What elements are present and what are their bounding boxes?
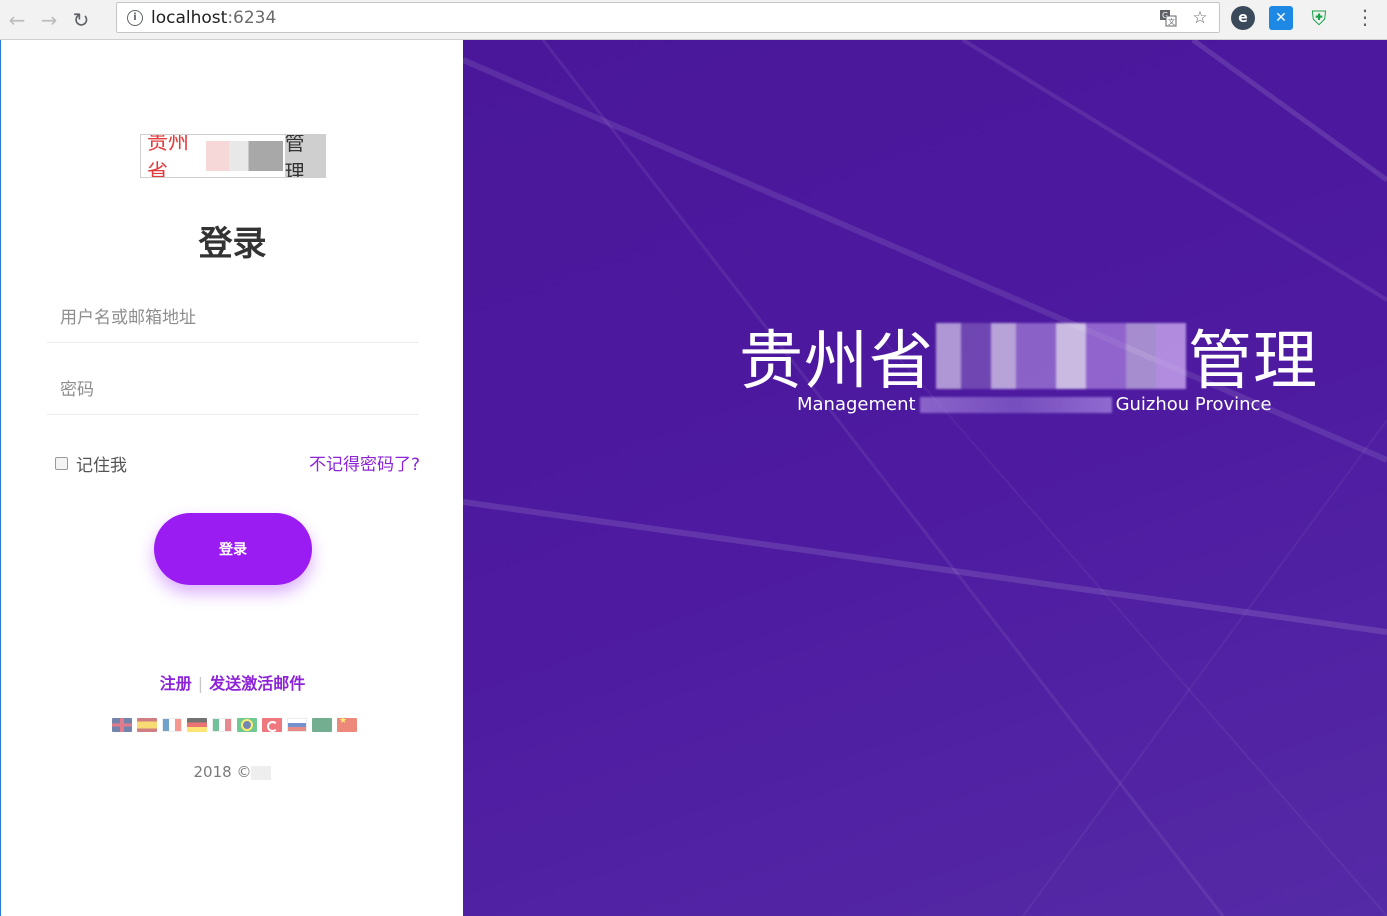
translate-icon[interactable]: G文	[1157, 7, 1179, 29]
extension-e-icon[interactable]: e	[1231, 6, 1255, 30]
flag-fr-icon[interactable]	[162, 718, 182, 732]
flag-cn-icon[interactable]	[337, 716, 357, 732]
flag-it-icon[interactable]	[212, 718, 232, 732]
login-panel: 贵州省 管理 登录 记住我 不记得密码了? 登录 注册 | 发送激活邮件 2018 …	[0, 40, 463, 916]
flag-es-icon[interactable]	[137, 718, 157, 732]
logo-text-gray: 管理	[284, 135, 325, 177]
hero-title-redacted	[936, 323, 1186, 389]
flag-sa-icon[interactable]	[312, 718, 332, 732]
remember-me-checkbox[interactable]	[55, 457, 68, 470]
register-link[interactable]: 注册	[160, 674, 192, 693]
link-separator: |	[197, 674, 204, 693]
bookmark-star-icon[interactable]: ☆	[1189, 7, 1211, 29]
address-bar[interactable]: i localhost:6234 G文 ☆	[116, 2, 1220, 33]
hero-title-start: 贵州省	[739, 325, 934, 399]
background-streaks	[463, 40, 1387, 916]
flag-de-icon[interactable]	[187, 718, 207, 732]
forgot-password-link[interactable]: 不记得密码了?	[309, 450, 420, 475]
extension-x-icon[interactable]: ✕	[1269, 6, 1293, 30]
back-arrow-icon[interactable]: ←	[2, 5, 32, 35]
password-input[interactable]	[47, 365, 419, 415]
flag-tr-icon[interactable]	[262, 718, 282, 732]
hero-subtitle-end: Guizhou Province	[1115, 394, 1272, 415]
flag-br-icon[interactable]	[237, 718, 257, 732]
remember-me[interactable]: 记住我	[55, 451, 127, 476]
hero-subtitle-start: Management	[797, 394, 916, 415]
url-text[interactable]: localhost:6234	[151, 8, 276, 28]
copyright-text: 2018 ©	[193, 763, 252, 781]
url-port: :6234	[227, 7, 277, 28]
login-title: 登录	[198, 224, 267, 264]
hero-title: 贵州省 管理	[739, 310, 1318, 402]
language-selector	[112, 716, 357, 732]
flag-gb-icon[interactable]	[112, 718, 132, 732]
copyright-redacted	[251, 765, 272, 780]
remember-me-label: 记住我	[76, 456, 127, 476]
account-links: 注册 | 发送激活邮件	[1, 670, 464, 694]
username-input[interactable]	[47, 293, 419, 343]
hero-title-end: 管理	[1188, 325, 1318, 399]
hero-subtitle: Management Guizhou Province	[797, 394, 1272, 415]
url-host: localhost	[151, 7, 228, 28]
login-button[interactable]: 登录	[154, 513, 312, 585]
forward-arrow-icon[interactable]: →	[34, 5, 64, 35]
app-logo: 贵州省 管理	[140, 134, 326, 178]
svg-text:文: 文	[1168, 17, 1175, 26]
copyright: 2018 ©	[1, 763, 464, 781]
shield-extension-icon[interactable]: ⛨	[1307, 6, 1331, 30]
reload-icon[interactable]: ↻	[66, 5, 96, 35]
hero-subtitle-redacted	[919, 396, 1112, 413]
flag-ru-icon[interactable]	[287, 718, 307, 732]
logo-redacted-area	[206, 141, 283, 171]
logo-text-red: 贵州省	[147, 134, 189, 178]
info-icon[interactable]: i	[127, 9, 143, 26]
hero-panel: 贵州省 管理 Management Guizhou Province	[463, 40, 1387, 916]
more-menu-icon[interactable]: ⋮	[1355, 6, 1375, 32]
browser-toolbar: ← → ↻ i localhost:6234 G文 ☆ e ✕ ⛨ ⋮	[0, 0, 1387, 40]
send-activation-email-link[interactable]: 发送激活邮件	[209, 674, 305, 693]
